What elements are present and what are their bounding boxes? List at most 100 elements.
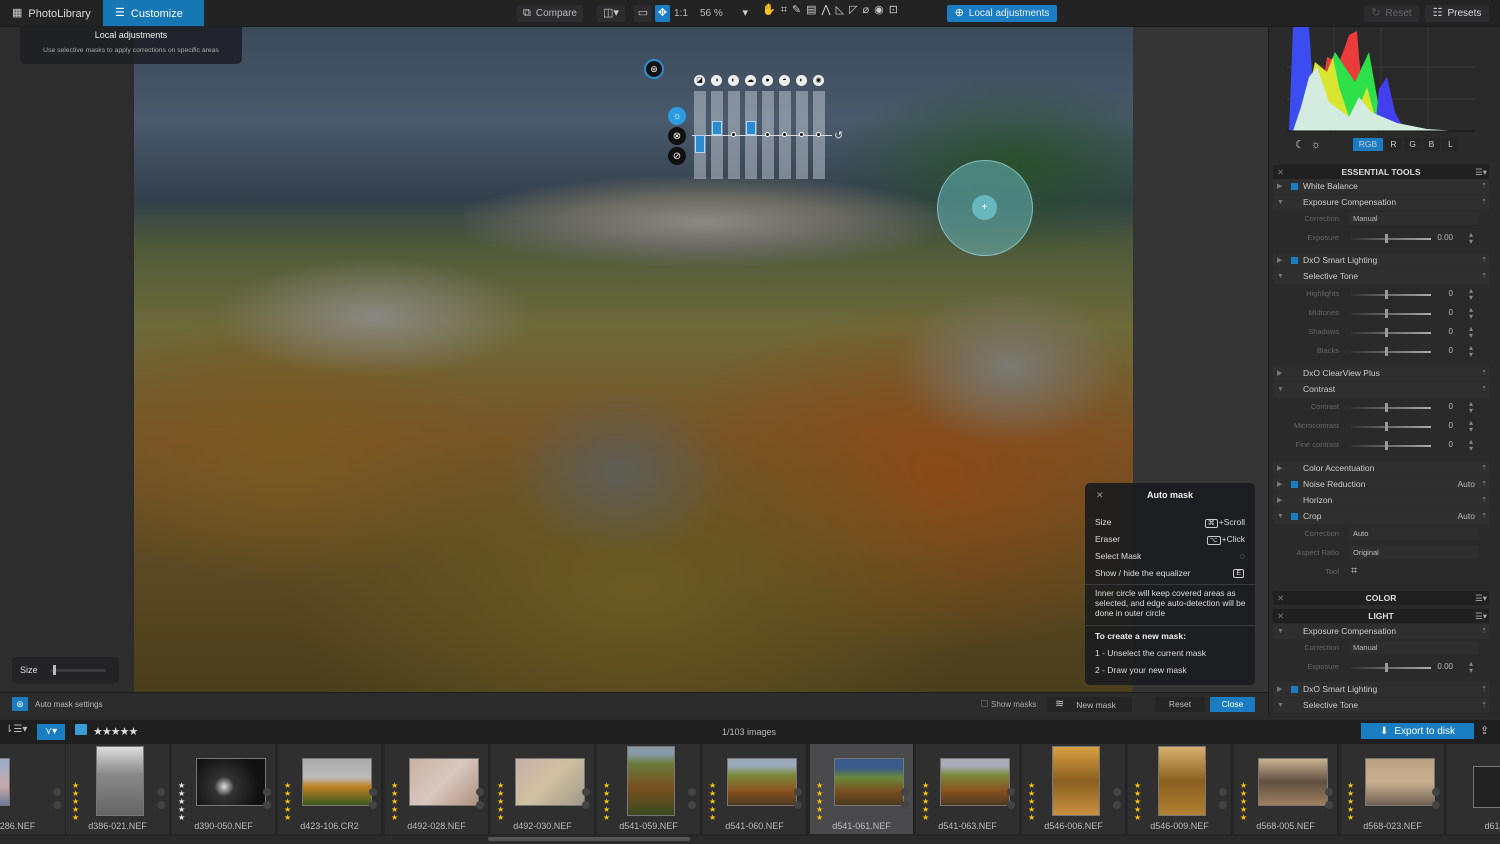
export-to-disk-button[interactable]: ⬇ Export to disk (1361, 723, 1474, 739)
stepper-icon[interactable]: ▴ ▾ (1469, 231, 1473, 246)
tool-selective-tone-light[interactable]: ▼ Selective Tone ⇡ (1273, 698, 1489, 713)
horizon-icon[interactable]: ▤ (806, 5, 816, 16)
auto-mask-settings-label[interactable]: Auto mask settings (35, 700, 103, 709)
tool-crop[interactable]: ▼ Crop Auto ⇡ (1273, 509, 1489, 524)
close-button[interactable]: Close (1210, 697, 1255, 712)
tool-smart-lighting-light[interactable]: ▶ DxO Smart Lighting ⇡ (1273, 682, 1489, 697)
enable-checkbox[interactable] (1291, 497, 1298, 504)
tool-exposure-compensation[interactable]: ▼ Exposure Compensation ⇡ (1273, 195, 1489, 210)
collapse-icon[interactable]: ▼ (1277, 195, 1284, 210)
reset-button[interactable]: ↻ Reset (1364, 5, 1419, 22)
reset-mask-button[interactable]: Reset (1155, 697, 1205, 712)
eq-color-mode-icon[interactable]: ⊗ (668, 127, 686, 145)
expand-icon[interactable]: ▶ (1277, 493, 1282, 508)
star-rating[interactable]: ★ ★ ★ ★ ★ (1028, 782, 1036, 822)
highlight-clip-icon[interactable]: ☼ (1311, 140, 1321, 151)
show-masks-checkbox[interactable] (981, 700, 988, 707)
slider-knob[interactable] (1385, 234, 1388, 243)
star-rating[interactable]: ★ ★ ★ ★ ★ (72, 782, 80, 822)
one-to-one-button[interactable]: 1:1 (672, 5, 690, 22)
star-rating[interactable]: ★ ★ ★ ★ ★ (284, 782, 292, 822)
thumbnail[interactable] (627, 746, 675, 816)
pin-icon[interactable]: ⇡ (1481, 698, 1487, 713)
filmstrip-item[interactable]: ★ ★ ★ ★ ★ d386-021.NEF (66, 744, 170, 834)
volume-deformation-icon[interactable]: ◺ (836, 5, 844, 16)
local-adjustments-button[interactable]: ⊕ Local adjustments (947, 5, 1057, 22)
star-rating[interactable]: ★ ★ ★ ★ ★ (1240, 782, 1248, 822)
enable-checkbox[interactable] (1291, 702, 1298, 709)
enable-checkbox[interactable] (1291, 481, 1298, 488)
shadow-clip-icon[interactable]: ☾ (1295, 140, 1305, 151)
channel-rgb-button[interactable]: RGB (1353, 138, 1383, 151)
dust-icon[interactable]: ⊡ (889, 5, 898, 16)
channel-g-button[interactable]: G (1404, 138, 1421, 151)
close-icon[interactable]: ✕ (1277, 609, 1284, 623)
expand-icon[interactable]: ▶ (1277, 253, 1282, 268)
filmstrip-item[interactable]: ★ ★ ★ ★ ★ d568-005.NEF (1234, 744, 1338, 834)
dropdown[interactable]: Auto (1349, 527, 1479, 540)
tool-color-accentuation[interactable]: ▶ Color Accentuation ⇡ (1273, 461, 1489, 476)
stepper-icon[interactable]: ▴ ▾ (1469, 660, 1473, 675)
thumbnail[interactable] (409, 758, 479, 806)
enable-checkbox[interactable] (1291, 257, 1298, 264)
slider-value[interactable]: 0 (1449, 346, 1453, 355)
menu-icon[interactable]: ☰▾ (1475, 165, 1487, 179)
pin-icon[interactable]: ⇡ (1481, 509, 1487, 524)
pin-icon[interactable]: ⇡ (1481, 253, 1487, 268)
star-rating[interactable]: ★ ★ ★ ★ ★ (497, 782, 505, 822)
tool-contrast[interactable]: ▼ Contrast ⇡ (1273, 382, 1489, 397)
filmstrip-item[interactable]: ★ ★ ★ ★ ★ d541-060.NEF (703, 744, 807, 834)
tool-clearview[interactable]: ▶ DxO ClearView Plus ⇡ (1273, 366, 1489, 381)
slider-track[interactable] (1351, 403, 1431, 412)
thumbnail[interactable] (96, 746, 144, 816)
section-light[interactable]: ✕ LIGHT ☰▾ (1273, 609, 1489, 623)
eq-handle[interactable] (765, 132, 770, 137)
thumbnail[interactable] (834, 758, 904, 806)
slider-knob[interactable] (1385, 290, 1388, 299)
stepper-icon[interactable]: ▴ ▾ (1469, 438, 1473, 453)
star-rating[interactable]: ★ ★ ★ ★ ★ (178, 782, 186, 822)
slider-track[interactable] (1351, 309, 1431, 318)
slider-track[interactable] (1351, 234, 1431, 243)
filmstrip-item[interactable]: ★ ★ ★ ★ ★ d541-063.NEF (916, 744, 1020, 834)
filmstrip-item[interactable]: ★ ★ ★ ★ ★ d546-006.NEF (1022, 744, 1126, 834)
star-rating[interactable]: ★ ★ ★ ★ ★ (1134, 782, 1142, 822)
shape-icon[interactable]: ◸ (849, 5, 857, 16)
thumbnail[interactable] (515, 758, 585, 806)
star-rating[interactable]: ★ ★ ★ ★ ★ (709, 782, 717, 822)
eq-handle[interactable] (799, 132, 804, 137)
stepper-icon[interactable]: ▴ ▾ (1469, 419, 1473, 434)
eq-fill[interactable] (695, 135, 705, 153)
star-rating[interactable]: ★ ★ ★ ★ ★ (922, 782, 930, 822)
tool-smart-lighting[interactable]: ▶ DxO Smart Lighting ⇡ (1273, 253, 1489, 268)
thumbnail[interactable] (196, 758, 266, 806)
thumbnail[interactable] (302, 758, 372, 806)
enable-checkbox[interactable] (1291, 686, 1298, 693)
pin-icon[interactable]: ⇡ (1481, 195, 1487, 210)
eye-icon[interactable]: ◉ (874, 5, 884, 16)
eyedropper-icon[interactable]: ✎ (792, 5, 801, 16)
tool-exposure-compensation-light[interactable]: ▼ Exposure Compensation ⇡ (1273, 624, 1489, 639)
filmstrip-item[interactable]: ★ ★ ★ ★ ★ d390-050.NEF (172, 744, 276, 834)
eq-column[interactable] (745, 91, 757, 179)
channel-r-button[interactable]: R (1385, 138, 1402, 151)
stepper-icon[interactable]: ▴ ▾ (1469, 325, 1473, 340)
star-rating[interactable]: ★ ★ ★ ★ ★ (1347, 782, 1355, 822)
perspective-icon[interactable]: ⋀ (822, 5, 831, 16)
thumbnail[interactable]: ? (1473, 766, 1500, 808)
slider-track[interactable] (1351, 422, 1431, 431)
move-tool-button[interactable]: ✥ (655, 5, 670, 22)
enable-checkbox[interactable] (1291, 370, 1298, 377)
tab-photolibrary[interactable]: ▦ PhotoLibrary (0, 0, 103, 27)
filmstrip-item[interactable]: ★ ★ ★ ★ ★ d541-061.NEF (810, 744, 914, 834)
eq-column[interactable] (711, 91, 723, 179)
slider-knob[interactable] (1385, 328, 1388, 337)
filmstrip-scrollbar[interactable] (488, 837, 690, 841)
auto-mask-brush-icon[interactable]: ⊛ (644, 59, 664, 79)
slider-knob[interactable] (1385, 309, 1388, 318)
slider-value[interactable]: 0.00 (1437, 233, 1453, 242)
filmstrip-item[interactable]: ★ ★ ★ ★ ★ d492-030.NEF (491, 744, 595, 834)
stepper-icon[interactable]: ▴ ▾ (1469, 287, 1473, 302)
share-icon[interactable]: ⇪ (1480, 724, 1489, 737)
tool-selective-tone[interactable]: ▼ Selective Tone ⇡ (1273, 269, 1489, 284)
